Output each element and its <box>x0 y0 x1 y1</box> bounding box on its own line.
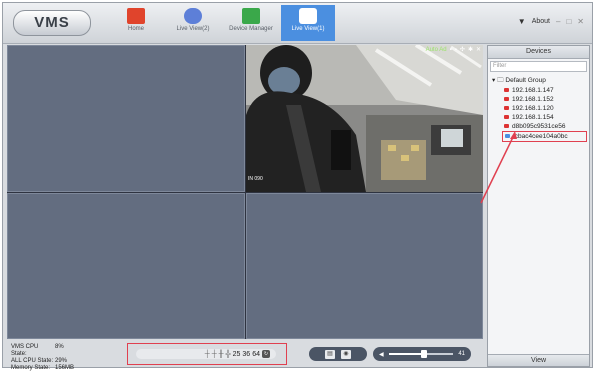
view-tab[interactable]: View <box>488 354 589 366</box>
settings-icon[interactable]: ✱ <box>468 46 473 53</box>
snapshot-icon[interactable]: ▪ <box>450 47 452 53</box>
device-item[interactable]: 192.168.1.147 <box>492 86 587 95</box>
group-icon: 🗀 <box>497 77 504 84</box>
video-cell[interactable] <box>7 45 245 192</box>
home-icon <box>127 8 145 24</box>
vms-window: VMS Home Live View(2) Device Manager Liv… <box>2 2 593 371</box>
camera-toolbar: Auto Ad ▪ ▪ ✣ ✱ ✕ <box>426 46 481 54</box>
tab-live-view-2[interactable]: Live View(2) <box>165 5 221 41</box>
layout-16-icon[interactable]: ╬ <box>226 351 231 358</box>
tab-home-label: Home <box>127 26 144 32</box>
snapshot-icon[interactable]: ◉ <box>341 349 351 359</box>
app-logo: VMS <box>13 10 91 36</box>
device-group[interactable]: ▾ 🗀 Default Group <box>492 76 587 86</box>
camera-icon <box>504 115 509 120</box>
camera-icon <box>504 124 509 129</box>
camera-mode-label[interactable]: Auto Ad <box>426 47 447 53</box>
close-icon[interactable]: ✕ <box>577 17 584 26</box>
device-manager-icon <box>242 8 260 24</box>
device-label: d8b095c9531ce56 <box>512 123 566 130</box>
devices-header: Devices <box>488 46 589 59</box>
device-item-selected[interactable]: fcbac4cee104a0bc <box>502 131 587 142</box>
camera-feed[interactable]: Auto Ad ▪ ▪ ✣ ✱ ✕ IN 090 <box>246 45 483 192</box>
vms-cpu-label: VMS CPU State: <box>11 344 39 357</box>
capture-controls: ▤ ◉ <box>309 347 367 361</box>
save-icon[interactable]: ▤ <box>325 349 335 359</box>
volume-value: 41 <box>458 351 465 357</box>
memory-value: 156MB <box>55 365 75 371</box>
device-filter-input[interactable]: Filter <box>490 61 587 72</box>
expand-icon[interactable]: ▾ <box>492 77 495 84</box>
memory-label: Memory State: <box>11 365 51 371</box>
tab-live-view-2-label: Live View(2) <box>176 26 210 32</box>
camera-icon <box>504 88 509 93</box>
tab-live-view-1-label: Live View(1) <box>291 26 325 32</box>
layout-option[interactable]: 36 <box>242 351 250 358</box>
volume-slider[interactable] <box>388 350 454 358</box>
camera-icon <box>504 97 509 102</box>
all-cpu-label: ALL CPU State: <box>11 358 54 364</box>
live-view-icon <box>184 8 202 24</box>
device-tree: ▾ 🗀 Default Group 192.168.1.147 192.168.… <box>488 74 589 142</box>
tab-live-view-1[interactable]: Live View(1) <box>281 5 335 41</box>
camera-image <box>246 45 483 192</box>
about-link[interactable]: About <box>532 18 550 25</box>
camera-icon <box>505 134 510 139</box>
layout-4-icon[interactable]: ┼ <box>212 351 217 358</box>
camera-timestamp: IN 090 <box>248 176 263 182</box>
device-item[interactable]: d8b095c9531ce56 <box>492 122 587 131</box>
bottom-bar: VMS CPU State: 8% ALL CPU State: 29% Memor… <box>7 341 483 371</box>
rotate-icon[interactable]: ↻ <box>262 350 270 358</box>
window-controls: ▼ About – □ ✕ <box>518 17 584 26</box>
tab-device-manager[interactable]: Device Manager <box>223 5 279 41</box>
user-icon: ▼ <box>517 17 526 26</box>
device-item[interactable]: 192.168.1.154 <box>492 113 587 122</box>
tab-device-manager-label: Device Manager <box>229 26 273 32</box>
maximize-icon[interactable]: □ <box>566 17 571 26</box>
layout-1-icon[interactable]: ┼ <box>205 351 210 358</box>
live-view-icon <box>299 8 317 24</box>
tab-home[interactable]: Home <box>111 5 161 41</box>
volume-control: ◀ 41 <box>373 347 471 361</box>
close-icon[interactable]: ✕ <box>476 46 481 53</box>
all-cpu-value: 29% <box>55 358 68 364</box>
volume-knob[interactable] <box>421 350 428 358</box>
video-grid: Auto Ad ▪ ▪ ✣ ✱ ✕ IN 090 <box>7 45 483 339</box>
ptz-icon[interactable]: ✣ <box>460 46 465 53</box>
device-label: 192.168.1.152 <box>512 96 554 103</box>
layout-option[interactable]: 25 <box>233 351 241 358</box>
camera-icon <box>504 106 509 111</box>
speaker-icon[interactable]: ◀ <box>379 351 384 358</box>
vms-cpu-value: 8% <box>55 344 64 350</box>
device-label: 192.168.1.154 <box>512 114 554 121</box>
layout-selector: ┼ ┼ ╫ ╬ 25 36 64 ↻ <box>136 349 276 359</box>
devices-panel: Devices Filter ▾ 🗀 Default Group 192.168… <box>487 45 590 367</box>
layout-option[interactable]: 64 <box>252 351 260 358</box>
device-label: 192.168.1.120 <box>512 105 554 112</box>
layout-9-icon[interactable]: ╫ <box>219 351 224 358</box>
video-cell[interactable] <box>7 193 245 339</box>
device-label: fcbac4cee104a0bc <box>513 133 568 140</box>
device-label: 192.168.1.147 <box>512 87 554 94</box>
volume-fill <box>388 353 425 355</box>
video-cell[interactable] <box>246 193 483 339</box>
layout-selector-highlight: ┼ ┼ ╫ ╬ 25 36 64 ↻ <box>127 343 287 365</box>
minimize-icon[interactable]: – <box>556 17 560 26</box>
device-item[interactable]: 192.168.1.152 <box>492 95 587 104</box>
record-icon[interactable]: ▪ <box>455 47 457 53</box>
system-stats: VMS CPU State: 8% ALL CPU State: 29% Memor… <box>11 344 74 372</box>
device-item[interactable]: 192.168.1.120 <box>492 104 587 113</box>
top-bar: VMS Home Live View(2) Device Manager Liv… <box>3 3 592 44</box>
device-group-label: Default Group <box>505 77 546 84</box>
